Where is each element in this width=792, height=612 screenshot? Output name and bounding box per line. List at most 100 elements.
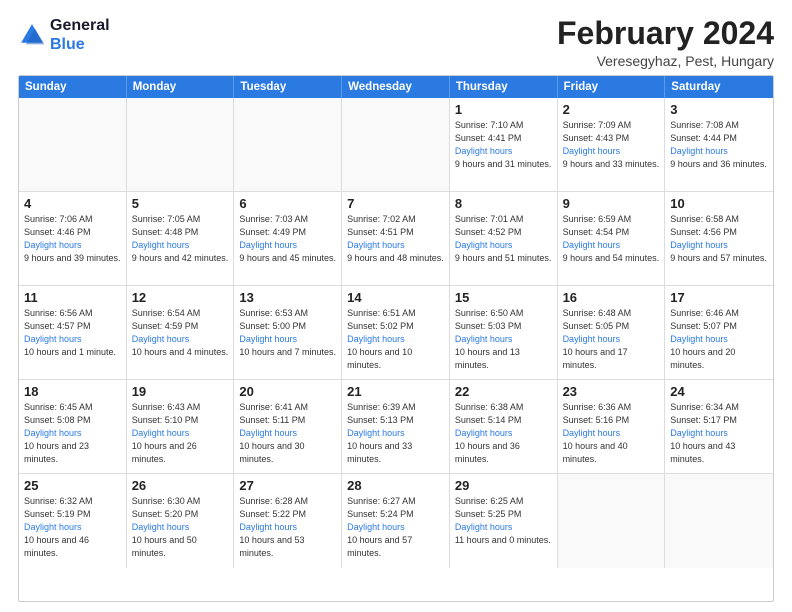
day-number: 7 xyxy=(347,196,444,211)
calendar-day-cell: 23 Sunrise: 6:36 AMSunset: 5:16 PMDayligh… xyxy=(558,380,666,473)
calendar-day-cell: 10 Sunrise: 6:58 AMSunset: 4:56 PMDayligh… xyxy=(665,192,773,285)
day-info: Sunrise: 6:32 AMSunset: 5:19 PMDaylight … xyxy=(24,495,121,560)
calendar-day-cell: 22Sunrise: 6:38 AMSunset: 5:14 PMDayligh… xyxy=(450,380,558,473)
calendar-day-cell: 2 Sunrise: 7:09 AMSunset: 4:43 PMDaylight… xyxy=(558,98,666,191)
day-number: 8 xyxy=(455,196,552,211)
day-number: 12 xyxy=(132,290,229,305)
day-number: 2 xyxy=(563,102,660,117)
day-number: 19 xyxy=(132,384,229,399)
day-info: Sunrise: 6:46 AMSunset: 5:07 PMDaylight … xyxy=(670,307,768,372)
day-of-week-tuesday: Tuesday xyxy=(234,76,342,98)
calendar-week-5: 25 Sunrise: 6:32 AMSunset: 5:19 PMDayligh… xyxy=(19,474,773,568)
day-info: Sunrise: 6:45 AMSunset: 5:08 PMDaylight … xyxy=(24,401,121,466)
calendar-day-cell: 3 Sunrise: 7:08 AMSunset: 4:44 PMDaylight… xyxy=(665,98,773,191)
day-info: Sunrise: 6:28 AMSunset: 5:22 PMDaylight … xyxy=(239,495,336,560)
day-number: 17 xyxy=(670,290,768,305)
calendar-day-cell: 13 Sunrise: 6:53 AMSunset: 5:00 PMDayligh… xyxy=(234,286,342,379)
logo-text: General Blue xyxy=(50,16,110,54)
day-info: Sunrise: 6:39 AMSunset: 5:13 PMDaylight … xyxy=(347,401,444,466)
day-info: Sunrise: 6:54 AMSunset: 4:59 PMDaylight … xyxy=(132,307,229,359)
calendar-day-cell: 11Sunrise: 6:56 AMSunset: 4:57 PMDayligh… xyxy=(19,286,127,379)
day-number: 24 xyxy=(670,384,768,399)
calendar-body: 1 Sunrise: 7:10 AMSunset: 4:41 PMDaylight… xyxy=(19,98,773,568)
day-number: 4 xyxy=(24,196,121,211)
day-info: Sunrise: 6:59 AMSunset: 4:54 PMDaylight … xyxy=(563,213,660,265)
calendar-day-cell: 25 Sunrise: 6:32 AMSunset: 5:19 PMDayligh… xyxy=(19,474,127,568)
day-number: 15 xyxy=(455,290,552,305)
title-block: February 2024 Veresegyhaz, Pest, Hungary xyxy=(557,16,774,69)
calendar-day-cell: 6 Sunrise: 7:03 AMSunset: 4:49 PMDaylight… xyxy=(234,192,342,285)
calendar-day-cell: 9 Sunrise: 6:59 AMSunset: 4:54 PMDaylight… xyxy=(558,192,666,285)
day-info: Sunrise: 7:05 AMSunset: 4:48 PMDaylight … xyxy=(132,213,229,265)
day-number: 16 xyxy=(563,290,660,305)
day-number: 6 xyxy=(239,196,336,211)
calendar-day-cell xyxy=(558,474,666,568)
day-info: Sunrise: 6:58 AMSunset: 4:56 PMDaylight … xyxy=(670,213,768,265)
day-number: 1 xyxy=(455,102,552,117)
calendar-day-cell: 5 Sunrise: 7:05 AMSunset: 4:48 PMDaylight… xyxy=(127,192,235,285)
day-info: Sunrise: 6:30 AMSunset: 5:20 PMDaylight … xyxy=(132,495,229,560)
day-info: Sunrise: 7:03 AMSunset: 4:49 PMDaylight … xyxy=(239,213,336,265)
day-info: Sunrise: 6:43 AMSunset: 5:10 PMDaylight … xyxy=(132,401,229,466)
calendar-day-cell: 26 Sunrise: 6:30 AMSunset: 5:20 PMDayligh… xyxy=(127,474,235,568)
calendar-week-1: 1 Sunrise: 7:10 AMSunset: 4:41 PMDaylight… xyxy=(19,98,773,192)
day-number: 27 xyxy=(239,478,336,493)
day-of-week-wednesday: Wednesday xyxy=(342,76,450,98)
calendar-day-cell: 17 Sunrise: 6:46 AMSunset: 5:07 PMDayligh… xyxy=(665,286,773,379)
day-info: Sunrise: 7:09 AMSunset: 4:43 PMDaylight … xyxy=(563,119,660,171)
calendar-header: SundayMondayTuesdayWednesdayThursdayFrid… xyxy=(19,76,773,98)
day-info: Sunrise: 7:10 AMSunset: 4:41 PMDaylight … xyxy=(455,119,552,171)
day-number: 18 xyxy=(24,384,121,399)
day-number: 23 xyxy=(563,384,660,399)
day-info: Sunrise: 6:27 AMSunset: 5:24 PMDaylight … xyxy=(347,495,444,560)
day-info: Sunrise: 6:51 AMSunset: 5:02 PMDaylight … xyxy=(347,307,444,372)
day-info: Sunrise: 7:02 AMSunset: 4:51 PMDaylight … xyxy=(347,213,444,265)
page: General Blue February 2024 Veresegyhaz, … xyxy=(0,0,792,612)
calendar-week-3: 11Sunrise: 6:56 AMSunset: 4:57 PMDayligh… xyxy=(19,286,773,380)
calendar-day-cell: 29 Sunrise: 6:25 AMSunset: 5:25 PMDayligh… xyxy=(450,474,558,568)
calendar-week-2: 4 Sunrise: 7:06 AMSunset: 4:46 PMDaylight… xyxy=(19,192,773,286)
header: General Blue February 2024 Veresegyhaz, … xyxy=(18,16,774,69)
day-info: Sunrise: 7:06 AMSunset: 4:46 PMDaylight … xyxy=(24,213,121,265)
day-of-week-saturday: Saturday xyxy=(665,76,773,98)
day-number: 3 xyxy=(670,102,768,117)
calendar-week-4: 18 Sunrise: 6:45 AMSunset: 5:08 PMDayligh… xyxy=(19,380,773,474)
day-number: 21 xyxy=(347,384,444,399)
calendar-day-cell xyxy=(234,98,342,191)
calendar-day-cell: 20 Sunrise: 6:41 AMSunset: 5:11 PMDayligh… xyxy=(234,380,342,473)
day-info: Sunrise: 6:34 AMSunset: 5:17 PMDaylight … xyxy=(670,401,768,466)
day-number: 28 xyxy=(347,478,444,493)
day-info: Sunrise: 6:53 AMSunset: 5:00 PMDaylight … xyxy=(239,307,336,359)
logo-icon xyxy=(18,21,46,49)
logo: General Blue xyxy=(18,16,110,54)
day-number: 25 xyxy=(24,478,121,493)
day-number: 26 xyxy=(132,478,229,493)
day-info: Sunrise: 6:48 AMSunset: 5:05 PMDaylight … xyxy=(563,307,660,372)
day-number: 11 xyxy=(24,290,121,305)
calendar-day-cell: 24 Sunrise: 6:34 AMSunset: 5:17 PMDayligh… xyxy=(665,380,773,473)
calendar-title: February 2024 xyxy=(557,16,774,51)
day-number: 20 xyxy=(239,384,336,399)
day-info: Sunrise: 6:25 AMSunset: 5:25 PMDaylight … xyxy=(455,495,552,547)
day-number: 9 xyxy=(563,196,660,211)
day-of-week-sunday: Sunday xyxy=(19,76,127,98)
day-number: 10 xyxy=(670,196,768,211)
day-number: 13 xyxy=(239,290,336,305)
day-info: Sunrise: 7:08 AMSunset: 4:44 PMDaylight … xyxy=(670,119,768,171)
calendar: SundayMondayTuesdayWednesdayThursdayFrid… xyxy=(18,75,774,602)
day-info: Sunrise: 6:36 AMSunset: 5:16 PMDaylight … xyxy=(563,401,660,466)
day-number: 5 xyxy=(132,196,229,211)
calendar-day-cell xyxy=(665,474,773,568)
calendar-day-cell: 12 Sunrise: 6:54 AMSunset: 4:59 PMDayligh… xyxy=(127,286,235,379)
calendar-day-cell: 8Sunrise: 7:01 AMSunset: 4:52 PMDaylight… xyxy=(450,192,558,285)
day-of-week-thursday: Thursday xyxy=(450,76,558,98)
calendar-day-cell: 16 Sunrise: 6:48 AMSunset: 5:05 PMDayligh… xyxy=(558,286,666,379)
day-of-week-friday: Friday xyxy=(558,76,666,98)
calendar-day-cell xyxy=(342,98,450,191)
calendar-day-cell: 18 Sunrise: 6:45 AMSunset: 5:08 PMDayligh… xyxy=(19,380,127,473)
calendar-day-cell: 4 Sunrise: 7:06 AMSunset: 4:46 PMDaylight… xyxy=(19,192,127,285)
day-number: 29 xyxy=(455,478,552,493)
calendar-day-cell: 14Sunrise: 6:51 AMSunset: 5:02 PMDayligh… xyxy=(342,286,450,379)
calendar-subtitle: Veresegyhaz, Pest, Hungary xyxy=(557,53,774,69)
day-info: Sunrise: 6:41 AMSunset: 5:11 PMDaylight … xyxy=(239,401,336,466)
